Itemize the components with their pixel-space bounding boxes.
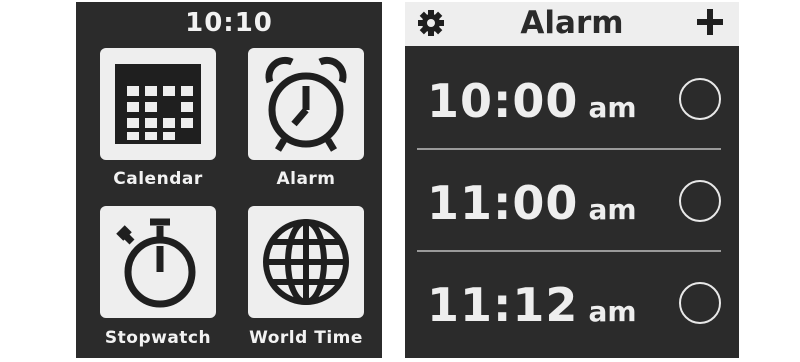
stopwatch-icon [116, 218, 196, 308]
calendar-app-button[interactable] [100, 48, 216, 160]
world-time-label: World Time [249, 328, 363, 348]
alarm-period: am [588, 193, 637, 226]
alarm-time: 11:00 am [427, 176, 637, 230]
alarm-toggle[interactable] [679, 180, 721, 222]
stopwatch-app-button[interactable] [100, 206, 216, 318]
globe-icon [263, 219, 349, 305]
alarm-time-value: 11:12 [427, 278, 579, 332]
alarm-time: 11:12 am [427, 278, 637, 332]
alarm-period: am [588, 91, 637, 124]
alarm-time-value: 10:00 [427, 74, 579, 128]
alarm-title: Alarm [520, 5, 624, 41]
alarm-row[interactable]: 10:00 am [405, 50, 739, 150]
clock-time: 10:10 [185, 8, 273, 38]
plus-icon[interactable] [695, 7, 725, 41]
alarm-toggle[interactable] [679, 282, 721, 324]
alarm-header: Alarm [405, 2, 739, 46]
divider [417, 148, 721, 150]
calendar-label: Calendar [113, 169, 203, 189]
alarm-toggle[interactable] [679, 78, 721, 120]
divider [417, 250, 721, 252]
calendar-icon [115, 64, 201, 144]
alarm-time-value: 11:00 [427, 176, 579, 230]
alarm-time: 10:00 am [427, 74, 637, 128]
alarm-row[interactable]: 11:12 am [405, 254, 739, 354]
alarm-clock-icon [265, 56, 347, 152]
world-time-app-button[interactable] [248, 206, 364, 318]
alarm-app-button[interactable] [248, 48, 364, 160]
stopwatch-label: Stopwatch [104, 328, 212, 348]
alarm-screen: Alarm 10:00 am 11:00 am 11:12 am [405, 2, 739, 358]
alarm-period: am [588, 295, 637, 328]
alarm-label: Alarm [276, 169, 336, 189]
alarm-row[interactable]: 11:00 am [405, 152, 739, 252]
home-screen: 10:10 Calendar Alarm Stopwatch World Tim… [76, 2, 382, 358]
